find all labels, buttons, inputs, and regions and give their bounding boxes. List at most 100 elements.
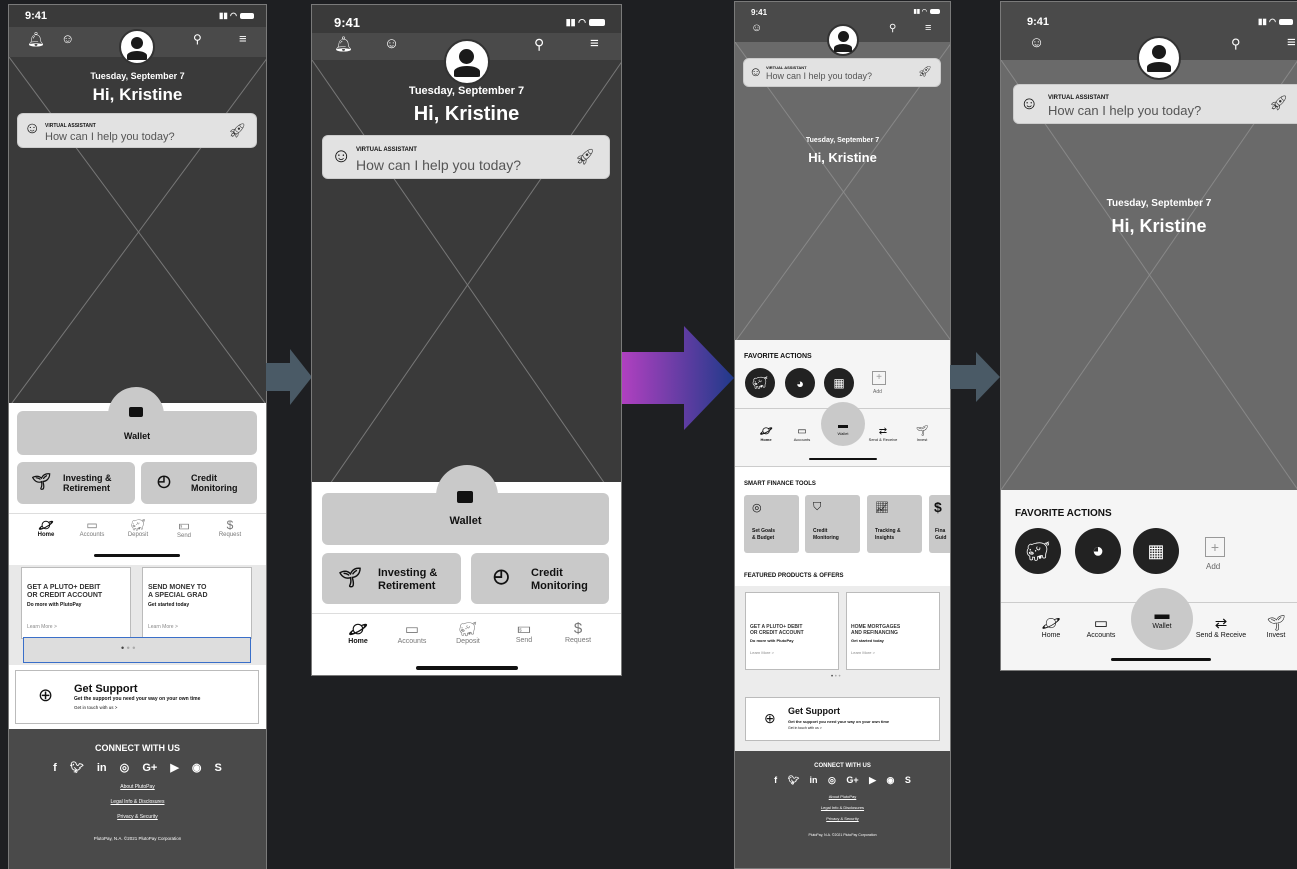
add-icon[interactable]: + (1205, 537, 1225, 557)
tab-invest[interactable]: 🌱︎ Invest (907, 426, 937, 442)
tool-card[interactable]: ⛉ Credit Monitoring (805, 495, 860, 553)
promo-card[interactable]: GET A PLUTO+ DEBIT OR CREDIT ACCOUNT Do … (21, 567, 131, 639)
tab-home-label: Home (348, 638, 368, 645)
cash-icon: 💵︎ (517, 620, 531, 637)
tab-accounts[interactable]: ▭ Accounts (787, 426, 817, 442)
promo-card[interactable]: SEND MONEY TO A SPECIAL GRAD Get started… (142, 567, 252, 639)
support-sub: Get the support you need your way on you… (788, 719, 890, 724)
status-time: 9:41 (334, 15, 361, 30)
copyright: PlutoPay, N.A. ©2021 PlutoPay Corporatio… (808, 833, 877, 837)
promo-link[interactable]: Learn More > (148, 624, 178, 630)
assistant-icon[interactable]: ☺ (61, 31, 74, 46)
bell-icon[interactable]: 🔔︎ (334, 35, 353, 53)
rocket-icon: 🚀︎ (1268, 95, 1288, 112)
menu-icon[interactable]: ≡ (239, 31, 247, 46)
tab-request[interactable]: $ Request (560, 620, 596, 644)
connect-title: CONNECT WITH US (814, 763, 871, 769)
promo-sub: Do more with PlutoPay (27, 602, 82, 608)
tool-card[interactable]: ◎ Set Goals & Budget (744, 495, 799, 553)
footer-link-privacy[interactable]: Privacy & Security (735, 816, 950, 821)
piggy-icon[interactable]: 🐖︎ (745, 368, 775, 398)
social-icons: f 🐦︎ in ◎ G+ ▶ ◉ S (774, 775, 911, 785)
menu-icon[interactable]: ≡ (590, 35, 599, 52)
wallet-card[interactable]: Wallet (17, 407, 257, 455)
tab-send-receive[interactable]: ⇄ Send & Receive (863, 426, 903, 442)
tab-deposit[interactable]: 🐖︎ Deposit (123, 518, 153, 538)
qr-icon[interactable]: ▦ (1133, 528, 1179, 574)
promo-card[interactable]: GET A PLUTO+ DEBIT OR CREDIT ACCOUNT Do … (745, 592, 839, 670)
lifebuoy-icon: ⊕ (38, 685, 54, 705)
investing-card[interactable]: 🌱︎ Investing & Retirement (322, 553, 461, 604)
pie-icon[interactable]: ◕ (785, 368, 815, 398)
pie-icon[interactable]: ◕ (1075, 528, 1121, 574)
piggy-icon[interactable]: 🐖︎ (1015, 528, 1061, 574)
search-icon[interactable]: ⚲ (534, 36, 544, 53)
greeting-date: Tuesday, September 7 (90, 71, 185, 81)
add-icon[interactable]: + (872, 371, 886, 385)
tab-deposit[interactable]: 🐖︎ Deposit (450, 620, 486, 645)
tab-home[interactable]: 🪐︎ Home (751, 426, 781, 442)
assistant-icon[interactable]: ☺ (751, 22, 762, 34)
assistant-icon[interactable]: ☺ (1029, 34, 1044, 51)
assistant-label: VIRTUAL ASSISTANT (45, 123, 96, 129)
bell-icon[interactable]: 🔔︎ (27, 31, 45, 48)
support-box[interactable]: ⊕ Get Support Get the support you need y… (15, 670, 259, 724)
assistant-icon[interactable]: ☺ (384, 35, 399, 52)
footer-link-legal[interactable]: Legal Info & Disclosures (735, 805, 950, 810)
tab-accounts[interactable]: ▭ Accounts (77, 518, 107, 538)
qr-icon[interactable]: ▦ (824, 368, 854, 398)
hand-dollar-icon: $ (573, 620, 583, 637)
support-link[interactable]: Get in touch with us > (74, 705, 117, 710)
wallet-card[interactable]: Wallet (322, 491, 609, 545)
assistant-prompt: How can I help you today? (1048, 103, 1202, 118)
favorites-title: FAVORITE ACTIONS (744, 353, 812, 360)
tab-home[interactable]: 🪐︎ Home (340, 620, 376, 645)
tab-accounts[interactable]: ▭ Accounts (1081, 614, 1121, 639)
promo-link[interactable]: Learn More > (851, 650, 875, 655)
promo-link[interactable]: Learn More > (27, 624, 57, 630)
tab-wallet-label: Wallet (1152, 623, 1172, 630)
support-link[interactable]: Get in touch with us > (788, 726, 822, 730)
search-icon[interactable]: ⚲ (889, 23, 896, 34)
virtual-assistant-bar[interactable]: ☺ VIRTUAL ASSISTANT How can I help you t… (17, 113, 257, 148)
promo-card[interactable]: HOME MORTGAGES AND REFINANCING Get start… (846, 592, 940, 670)
menu-icon[interactable]: ≡ (1287, 34, 1296, 51)
tab-send[interactable]: 💵︎ Send (169, 518, 199, 539)
plant-icon: 🌱︎ (1266, 615, 1286, 632)
virtual-assistant-bar[interactable]: ☺ VIRTUAL ASSISTANT How can I help you t… (743, 58, 941, 87)
tab-send-receive[interactable]: ⇄ Send & Receive (1191, 614, 1251, 639)
tab-request[interactable]: $ Request (215, 518, 245, 538)
promo-link[interactable]: Learn More > (750, 650, 774, 655)
virtual-assistant-bar[interactable]: ☺ VIRTUAL ASSISTANT How can I help you t… (322, 135, 610, 179)
support-box[interactable]: ⊕ Get Support Get the support you need y… (745, 697, 940, 741)
tool-label-2: Monitoring (813, 535, 839, 541)
credit-card[interactable]: ◴ Credit Monitoring (471, 553, 609, 604)
tab-home[interactable]: 🪐︎ Home (1033, 614, 1069, 639)
investing-card[interactable]: 🌱︎ Investing & Retirement (17, 462, 135, 504)
flow-arrow (950, 352, 1000, 402)
virtual-assistant-bar[interactable]: ☺ VIRTUAL ASSISTANT How can I help you t… (1013, 84, 1297, 124)
tab-send-receive-label: Send & Receive (1195, 632, 1247, 639)
search-icon[interactable]: ⚲ (1231, 36, 1241, 52)
tool-card[interactable]: 📈︎ Tracking & Insights (867, 495, 922, 553)
footer-link-about[interactable]: About PlutoPay (9, 784, 266, 790)
tab-home[interactable]: 🪐︎ Home (31, 518, 61, 538)
featured-strip: GET A PLUTO+ DEBIT OR CREDIT ACCOUNT Do … (735, 586, 950, 751)
credit-card[interactable]: ◴ Credit Monitoring (141, 462, 257, 504)
tool-card[interactable]: $ Fina Guid (929, 495, 950, 553)
footer-link-privacy[interactable]: Privacy & Security (9, 814, 266, 820)
tab-wallet[interactable]: ▬ Wallet (1143, 606, 1181, 630)
tab-invest[interactable]: 🌱︎ Invest (1259, 614, 1293, 639)
rocket-icon: 🚀︎ (918, 66, 932, 78)
tab-wallet[interactable]: ▬ Wallet (828, 420, 858, 436)
support-sub: Get the support you need your way on you… (74, 696, 201, 702)
search-icon[interactable]: ⚲ (193, 32, 202, 46)
footer-link-legal[interactable]: Legal Info & Disclosures (9, 799, 266, 805)
accounts-icon: ▭ (404, 621, 420, 638)
tab-accounts[interactable]: ▭ Accounts (394, 620, 430, 645)
menu-icon[interactable]: ≡ (925, 22, 931, 34)
tab-send[interactable]: 💵︎ Send (506, 620, 542, 644)
home-indicator (1111, 658, 1211, 661)
assistant-label: VIRTUAL ASSISTANT (356, 147, 417, 153)
footer-link-about[interactable]: About PlutoPay (735, 794, 950, 799)
